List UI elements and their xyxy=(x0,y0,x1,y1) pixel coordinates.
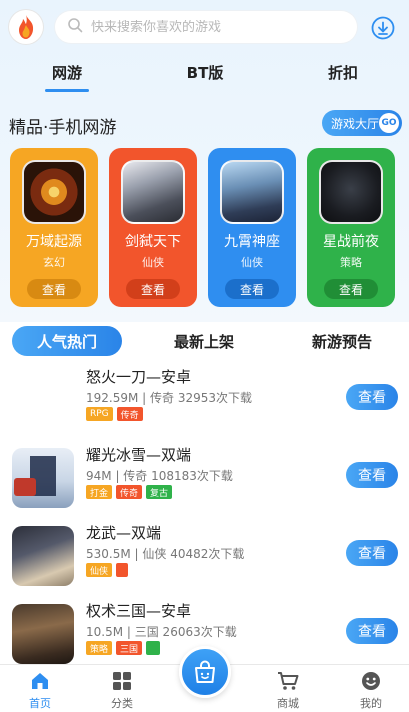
game-tags: 仙侠 xyxy=(86,563,129,577)
game-meta: 10.5M | 三国 26063次下载 xyxy=(86,625,237,639)
game-tags: RPG 传奇 xyxy=(86,407,143,421)
game-meta: 192.59M | 传奇 32953次下载 xyxy=(86,391,253,405)
view-button[interactable]: 查看 xyxy=(346,384,398,410)
featured-card-wanyu[interactable]: 万域起源 玄幻 查看 xyxy=(10,148,98,307)
header xyxy=(0,0,409,56)
card-name: 万域起源 xyxy=(26,234,82,250)
game-tag: 打金 xyxy=(86,485,113,499)
nav-label: 我的 xyxy=(360,697,382,710)
game-tag: RPG xyxy=(86,407,113,421)
game-tag: 传奇 xyxy=(116,485,143,499)
card-tag: 仙侠 xyxy=(142,256,164,269)
card-tag: 策略 xyxy=(340,256,362,269)
game-cover-image xyxy=(22,160,86,224)
grid-icon xyxy=(113,672,131,690)
game-tags: 策略 三国 xyxy=(86,641,161,655)
game-tag: 三国 xyxy=(116,641,143,655)
card-name: 星战前夜 xyxy=(323,234,379,250)
game-name: 怒火一刀—安卓 xyxy=(86,368,192,386)
card-view-button[interactable]: 查看 xyxy=(126,279,180,299)
featured-card-jianshi[interactable]: 剑弑天下 仙侠 查看 xyxy=(109,148,197,307)
game-tag: 策略 xyxy=(86,641,113,655)
nav-category[interactable]: 分类 xyxy=(92,671,152,711)
tab-online-games[interactable]: 网游 xyxy=(17,62,117,92)
nav-label: 首页 xyxy=(29,697,51,710)
game-row[interactable]: 怒火一刀—安卓 192.59M | 传奇 32953次下载 RPG 传奇 查看 xyxy=(0,362,409,436)
game-cover-image xyxy=(220,160,284,224)
tab-newly-released[interactable]: 最新上架 xyxy=(174,331,234,352)
search-input[interactable] xyxy=(91,19,341,35)
game-meta: 94M | 传奇 108183次下载 xyxy=(86,469,233,483)
home-icon xyxy=(32,673,48,689)
game-tag: 复古 xyxy=(146,485,173,499)
game-tag: 仙侠 xyxy=(86,563,113,577)
view-button[interactable]: 查看 xyxy=(346,618,398,644)
go-badge: GO xyxy=(379,113,399,133)
card-view-button[interactable]: 查看 xyxy=(27,279,81,299)
game-hall-label: 游戏大厅 xyxy=(331,116,380,131)
game-tag xyxy=(146,641,161,655)
game-icon xyxy=(12,448,74,508)
cart-icon xyxy=(278,672,299,690)
game-name: 权术三国—安卓 xyxy=(86,602,192,620)
nav-profile[interactable]: 我的 xyxy=(341,671,401,711)
shopping-bag-icon xyxy=(195,660,215,683)
face-icon xyxy=(362,672,380,690)
search-icon xyxy=(67,17,83,37)
tab-upcoming[interactable]: 新游预告 xyxy=(312,331,372,352)
flame-logo-icon[interactable] xyxy=(9,10,43,44)
card-view-button[interactable]: 查看 xyxy=(225,279,279,299)
tab-bt-version[interactable]: BT版 xyxy=(155,62,255,83)
game-row[interactable]: 龙武—双端 530.5M | 仙侠 40482次下载 仙侠 查看 xyxy=(0,518,409,592)
game-tag: 传奇 xyxy=(116,407,143,421)
nav-label: 分类 xyxy=(111,697,133,710)
card-name: 剑弑天下 xyxy=(125,234,181,250)
game-tags: 打金 传奇 复古 xyxy=(86,485,173,499)
card-tag: 玄幻 xyxy=(43,256,65,269)
nav-store[interactable]: 商城 xyxy=(258,671,318,711)
nav-home[interactable]: 首页 xyxy=(10,671,70,711)
list-tabs: 人气热门 最新上架 新游预告 xyxy=(0,322,409,360)
search-bar[interactable] xyxy=(55,11,357,43)
featured-card-jiuxiao[interactable]: 九霄神座 仙侠 查看 xyxy=(208,148,296,307)
nav-label: 商城 xyxy=(277,697,299,710)
center-shop-button[interactable] xyxy=(179,646,231,698)
game-hall-button[interactable]: 游戏大厅 GO xyxy=(322,110,402,136)
card-tag: 仙侠 xyxy=(241,256,263,269)
game-tag xyxy=(116,563,129,577)
tab-discount[interactable]: 折扣 xyxy=(293,62,393,83)
game-name: 龙武—双端 xyxy=(86,524,162,542)
view-button[interactable]: 查看 xyxy=(346,462,398,488)
game-meta: 530.5M | 仙侠 40482次下载 xyxy=(86,547,245,561)
game-name: 耀光冰雪—双端 xyxy=(86,446,192,464)
game-cover-image xyxy=(319,160,383,224)
view-button[interactable]: 查看 xyxy=(346,540,398,566)
tab-popular[interactable]: 人气热门 xyxy=(12,326,122,356)
top-tabs: 网游 BT版 折扣 xyxy=(0,56,409,92)
download-icon[interactable] xyxy=(371,16,395,40)
card-name: 九霄神座 xyxy=(224,234,280,250)
featured-card-xingzhan[interactable]: 星战前夜 策略 查看 xyxy=(307,148,395,307)
game-icon xyxy=(12,604,74,664)
card-view-button[interactable]: 查看 xyxy=(324,279,378,299)
game-cover-image xyxy=(121,160,185,224)
section-title: 精品·手机网游 xyxy=(9,118,117,138)
game-row[interactable]: 耀光冰雪—双端 94M | 传奇 108183次下载 打金 传奇 复古 查看 xyxy=(0,440,409,514)
game-icon xyxy=(12,526,74,586)
